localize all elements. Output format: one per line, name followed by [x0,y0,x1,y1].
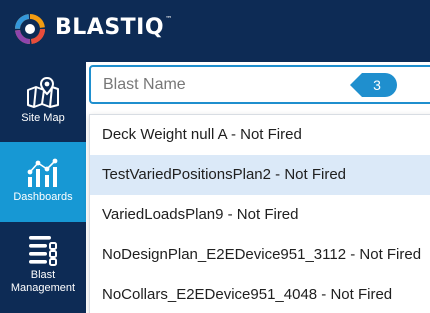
list-item[interactable]: NoCollars_E2EDevice951_4048 - Not Fired [90,275,430,313]
blast-options-list: Deck Weight null A - Not Fired TestVarie… [89,114,430,313]
sidebar-item-label: Blast Management [10,269,76,294]
list-item[interactable]: NoDesignPlan_E2EDevice951_3112 - Not Fir… [90,235,430,275]
sidebar-item-dashboards[interactable]: Dashboards [0,142,86,222]
list-item[interactable]: Deck Weight null A - Not Fired [90,115,430,155]
list-item[interactable]: VariedLoadsPlan9 - Not Fired [90,195,430,235]
dashboard-chart-icon [27,158,58,187]
brand-text: BLAST [55,15,137,40]
app-header: BLASTIQ™ [0,0,430,62]
map-pin-icon [27,76,59,108]
list-item-highlighted[interactable]: TestVariedPositionsPlan2 - Not Fired [90,155,430,195]
blastiq-logo-icon [15,14,45,44]
main-content: 3 Deck Weight null A - Not Fired TestVar… [86,62,430,313]
sidebar-item-site-map[interactable]: Site Map [0,62,86,142]
brand-suffix: IQ [136,15,165,40]
brand-trademark: ™ [165,15,173,23]
sidebar-item-blast-management[interactable]: Blast Management [0,222,86,313]
search-bar: 3 [86,62,430,110]
step-badge-number: 3 [373,77,381,93]
brand-name: BLASTIQ™ [55,15,173,40]
sidebar-item-label: Site Map [21,112,65,124]
sidebar-nav: Site Map Dashboards Blast Management [0,62,86,313]
list-management-icon [29,236,57,266]
sidebar-item-label: Dashboards [13,191,73,203]
